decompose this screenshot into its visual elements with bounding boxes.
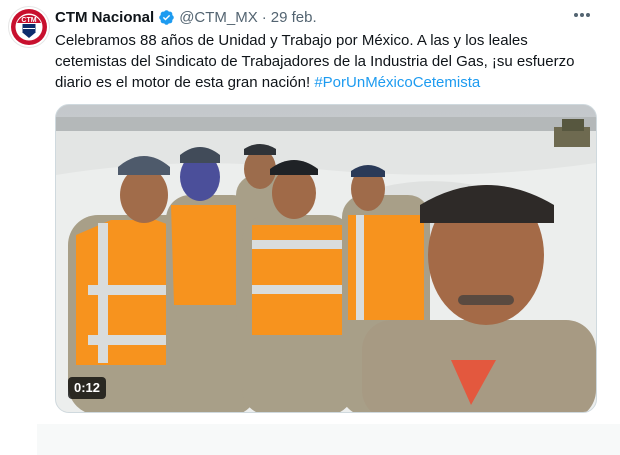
tweet-date[interactable]: 29 feb. <box>271 9 317 26</box>
next-tweet-area <box>37 424 620 455</box>
author-name[interactable]: CTM Nacional <box>55 9 154 26</box>
video-duration-badge: 0:12 <box>68 377 107 399</box>
verified-badge-icon <box>158 9 175 26</box>
tweet-text: Celebramos 88 años de Unidad y Trabajo p… <box>55 30 600 93</box>
more-options-icon[interactable] <box>570 4 594 26</box>
avatar[interactable]: CTM <box>8 6 50 48</box>
hashtag-link[interactable]: #PorUnMéxicoCetemista <box>314 74 480 91</box>
avatar-logo-text: CTM <box>21 17 36 24</box>
tweet[interactable]: CTM CTM Nacional @CTM_MX · 29 feb. Celeb… <box>0 0 620 425</box>
author-handle[interactable]: @CTM_MX <box>179 9 258 26</box>
video-player[interactable]: 0:12 <box>55 104 597 413</box>
ctm-logo: CTM <box>11 9 47 45</box>
tweet-header: CTM Nacional @CTM_MX · 29 feb. <box>55 6 600 28</box>
separator-dot: · <box>261 8 267 26</box>
video-thumbnail <box>56 105 596 412</box>
